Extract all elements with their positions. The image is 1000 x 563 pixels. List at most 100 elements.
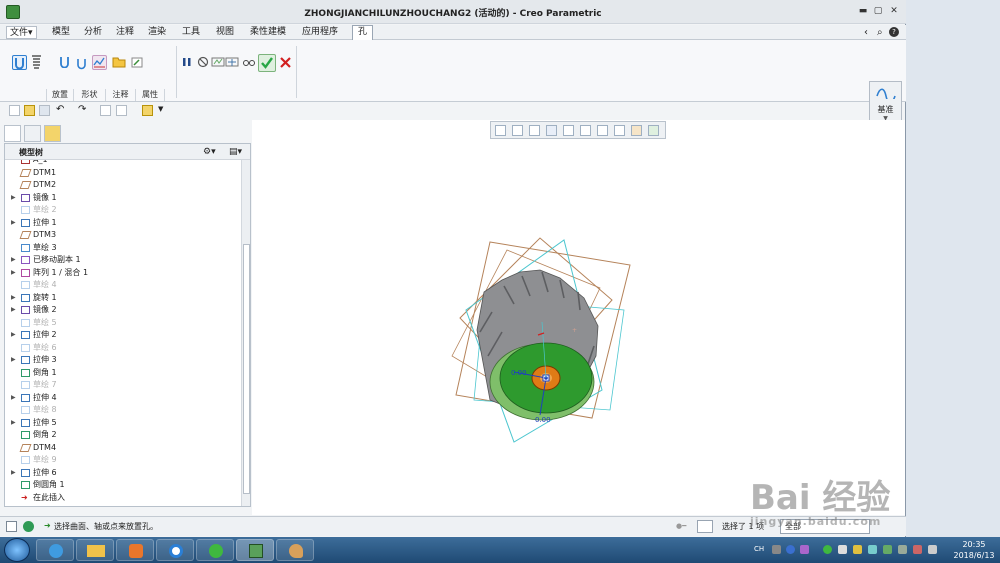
tab-flexible-modeling[interactable]: 柔性建模 <box>248 26 288 39</box>
tray-display-icon[interactable] <box>928 545 937 554</box>
tray-help-icon[interactable] <box>786 545 795 554</box>
verify-mode-icon[interactable] <box>225 56 240 71</box>
group-properties-button[interactable]: 属性 <box>135 89 165 101</box>
group-note-button[interactable]: 注释 <box>105 89 135 101</box>
tree-item[interactable]: 草绘 6 <box>5 342 241 354</box>
group-shape-button[interactable]: 形状 <box>73 89 105 101</box>
browser-icon[interactable] <box>23 521 34 532</box>
tree-item[interactable]: ➜ 在此插入 <box>5 492 241 504</box>
tree-item[interactable]: ▶ 镜像 2 <box>5 304 241 316</box>
gear-green-face[interactable] <box>489 342 595 421</box>
ie-icon[interactable] <box>36 539 74 561</box>
tree-item[interactable]: DTM3 <box>5 229 241 241</box>
tree-item[interactable]: DTM1 <box>5 167 241 179</box>
minimize-button[interactable]: ▬ <box>857 5 869 17</box>
tray-battery-icon[interactable] <box>883 545 892 554</box>
tree-item[interactable]: ▶ 镜像 1 <box>5 192 241 204</box>
perspective-view-icon[interactable] <box>614 125 625 136</box>
expand-arrow-icon[interactable]: ▶ <box>11 192 16 204</box>
tray-flag-icon[interactable] <box>898 545 907 554</box>
model-tree-tab-icon[interactable] <box>4 125 21 142</box>
ok-checkmark-icon[interactable] <box>258 54 276 72</box>
creo-icon[interactable] <box>236 539 274 561</box>
graphics-window[interactable]: + 0.00 0.00 <box>252 120 905 515</box>
favorites-tab-icon[interactable] <box>44 125 61 142</box>
group-placement-button[interactable]: 放置 <box>46 89 73 101</box>
tab-hole[interactable]: 孔 <box>352 25 374 40</box>
standard-profile-icon[interactable] <box>75 57 90 72</box>
start-button[interactable] <box>4 538 30 562</box>
tree-item[interactable]: 草绘 3 <box>5 242 241 254</box>
tree-item[interactable]: DTM2 <box>5 179 241 191</box>
open-folder-icon[interactable] <box>24 105 35 116</box>
scrollbar-thumb[interactable] <box>243 244 250 494</box>
expand-arrow-icon[interactable]: ▶ <box>11 467 16 479</box>
tree-item[interactable]: 倒圆角 1 <box>5 479 241 491</box>
display-style-icon[interactable] <box>563 125 574 136</box>
undo-icon[interactable]: ↶ <box>56 105 67 116</box>
pause-icon[interactable] <box>181 56 196 71</box>
360-browser-icon[interactable] <box>196 539 234 561</box>
expand-arrow-icon[interactable]: ▶ <box>11 217 16 229</box>
save-icon[interactable] <box>39 105 50 116</box>
close-button[interactable]: ✕ <box>888 5 900 17</box>
tree-item[interactable]: 草绘 8 <box>5 404 241 416</box>
tree-item[interactable]: 草绘 7 <box>5 379 241 391</box>
media-player-icon[interactable] <box>116 539 154 561</box>
tree-item[interactable]: DTM4 <box>5 442 241 454</box>
tab-model[interactable]: 模型 <box>50 26 72 39</box>
zoom-out-icon[interactable] <box>529 125 540 136</box>
tree-item[interactable]: 草绘 2 <box>5 204 241 216</box>
tree-item[interactable]: ▶ 拉伸 4 <box>5 392 241 404</box>
tray-settings-icon[interactable] <box>800 545 809 554</box>
dimension-bottom-label[interactable]: 0.00 <box>535 416 551 424</box>
tab-tools[interactable]: 工具 <box>180 26 202 39</box>
folder-icon[interactable] <box>76 539 114 561</box>
tree-item[interactable]: ▶ 拉伸 3 <box>5 354 241 366</box>
close-window-icon[interactable] <box>142 105 153 116</box>
expand-arrow-icon[interactable]: ▶ <box>11 354 16 366</box>
expand-arrow-icon[interactable]: ▶ <box>11 329 16 341</box>
zoom-in-icon[interactable] <box>512 125 523 136</box>
tree-item[interactable]: ▶ 拉伸 2 <box>5 329 241 341</box>
folder-browser-tab-icon[interactable] <box>24 125 41 142</box>
tree-scrollbar[interactable] <box>241 160 250 506</box>
tab-file[interactable]: 文件▾ <box>6 26 37 39</box>
tray-notification-icon[interactable] <box>853 545 862 554</box>
tree-item[interactable]: ▶ 已移动副本 1 <box>5 254 241 266</box>
customize-chevron-icon[interactable]: ▼ <box>158 105 169 116</box>
tray-security-icon[interactable] <box>913 545 922 554</box>
selection-filter-icon[interactable] <box>697 520 713 533</box>
dimension-left-label[interactable]: 0.00 <box>511 369 527 377</box>
standard-hole-icon[interactable] <box>30 55 45 70</box>
tree-item[interactable]: 草绘 5 <box>5 317 241 329</box>
search-icon[interactable]: ⌕ <box>875 26 885 39</box>
simple-hole-icon[interactable] <box>12 55 27 70</box>
tree-item[interactable]: ▶ 旋转 1 <box>5 292 241 304</box>
settings-icon[interactable]: ⚙▾ <box>203 147 216 157</box>
show-icon[interactable]: ▤▾ <box>229 147 242 157</box>
expand-arrow-icon[interactable]: ▶ <box>11 304 16 316</box>
windows-icon[interactable] <box>116 105 127 116</box>
annotation-display-icon[interactable] <box>648 125 659 136</box>
no-preview-icon[interactable] <box>197 56 212 71</box>
redo-icon[interactable]: ↷ <box>78 105 89 116</box>
saved-orientations-icon[interactable] <box>580 125 591 136</box>
help-icon[interactable]: ? <box>889 27 899 37</box>
repaint-icon[interactable] <box>546 125 557 136</box>
toggle-navigator-icon[interactable] <box>6 521 17 532</box>
new-file-icon[interactable] <box>9 105 20 116</box>
open-sketch-icon[interactable] <box>112 55 127 70</box>
tray-360-icon[interactable] <box>823 545 832 554</box>
tree-item[interactable]: ▶ 拉伸 6 <box>5 467 241 479</box>
tree-item[interactable]: 倒角 2 <box>5 429 241 441</box>
tab-view[interactable]: 视图 <box>214 26 236 39</box>
clock[interactable]: 20:35 2018/6/13 <box>948 539 1000 561</box>
paint-icon[interactable] <box>276 539 314 561</box>
feature-preview-icon[interactable] <box>211 56 226 71</box>
maximize-button[interactable]: ▢ <box>872 5 884 17</box>
tree-item[interactable]: 草绘 9 <box>5 454 241 466</box>
expand-arrow-icon[interactable]: ▶ <box>11 417 16 429</box>
tree-item[interactable]: 草绘 4 <box>5 279 241 291</box>
glasses-icon[interactable] <box>242 56 257 71</box>
